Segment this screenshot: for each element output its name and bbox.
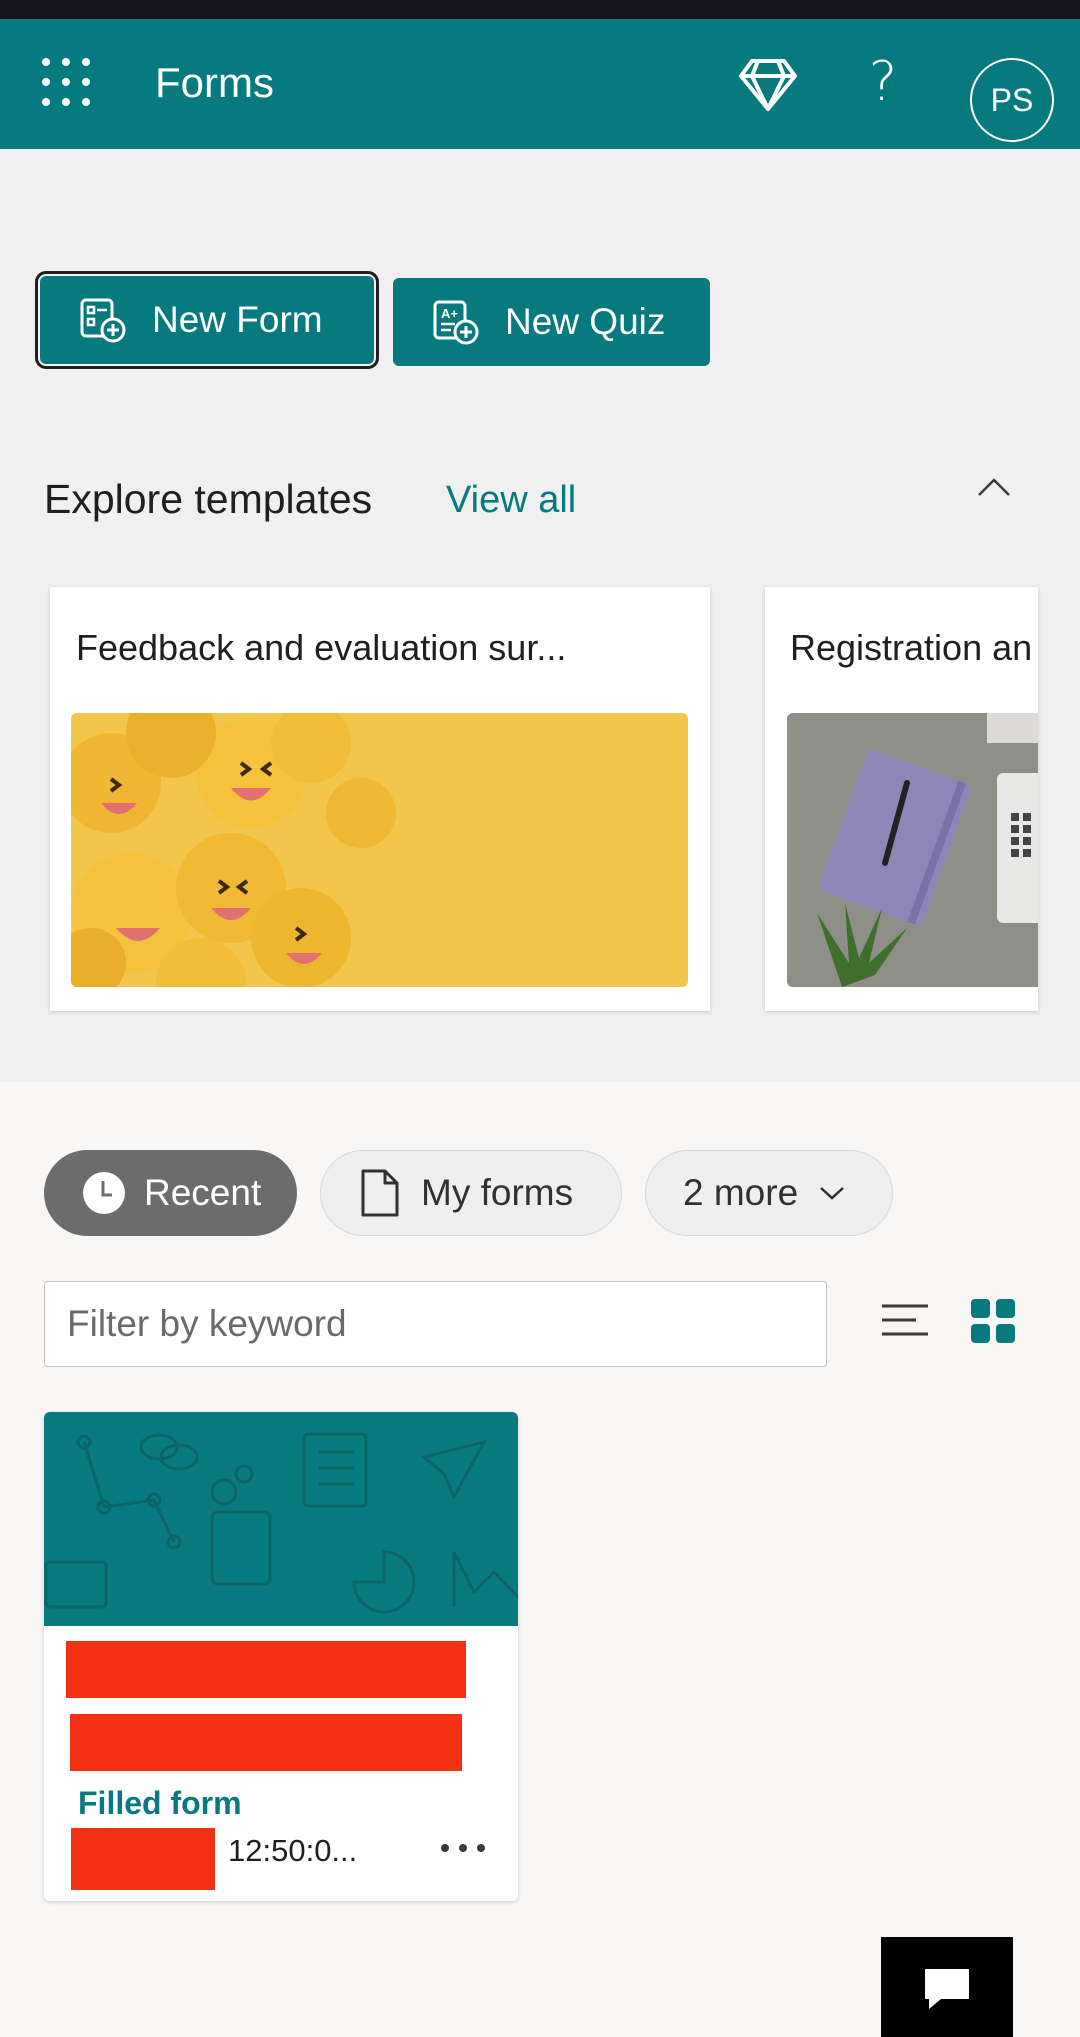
new-form-button[interactable]: New Form (35, 271, 379, 369)
document-icon (361, 1169, 399, 1217)
chat-icon (925, 1969, 969, 2009)
help-icon[interactable]: ? (858, 49, 908, 115)
more-options-icon[interactable] (441, 1830, 485, 1866)
form-time: 12:50:0... (228, 1833, 358, 1868)
chevron-up-icon[interactable] (974, 467, 1014, 507)
template-card-feedback[interactable]: Feedback and evaluation sur... (50, 587, 710, 1011)
new-quiz-label: New Quiz (505, 301, 666, 342)
create-and-templates-section: New Form A+ New Quiz Explore templates V… (0, 149, 1080, 1082)
pill-label: 2 more (683, 1172, 799, 1213)
new-quiz-icon: A+ (433, 300, 479, 345)
template-name: Registration an (790, 627, 1033, 668)
app-header: Forms ? PS (0, 19, 1080, 149)
pill-label: Recent (144, 1172, 262, 1213)
diamond-icon[interactable] (738, 57, 798, 113)
form-card-banner (44, 1412, 518, 1626)
status-bar (0, 0, 1080, 19)
form-card[interactable]: Filled form 12:50:0... (44, 1412, 518, 1901)
template-image-laughing-emojis (71, 713, 688, 987)
pill-label: My forms (421, 1172, 574, 1213)
template-image-notebook-laptop (787, 713, 1038, 987)
chevron-down-icon (820, 1187, 844, 1200)
clock-icon (83, 1172, 125, 1214)
form-status: Filled form (78, 1785, 242, 1821)
redacted-title-line-2 (70, 1714, 462, 1771)
svg-text:A+: A+ (441, 306, 458, 321)
avatar-initials: PS (990, 81, 1034, 118)
redacted-title-line-1 (66, 1641, 466, 1698)
filter-pill-more[interactable]: 2 more (645, 1150, 893, 1236)
filter-pill-my-forms[interactable]: My forms (320, 1150, 622, 1236)
template-name: Feedback and evaluation sur... (76, 627, 567, 668)
avatar[interactable]: PS (970, 58, 1054, 142)
filter-pill-recent[interactable]: Recent (44, 1150, 297, 1236)
new-quiz-button[interactable]: A+ New Quiz (393, 278, 710, 366)
grid-view-icon[interactable] (971, 1299, 1015, 1343)
app-launcher-waffle-icon[interactable] (42, 58, 90, 106)
new-form-label: New Form (152, 299, 323, 340)
list-view-icon[interactable] (880, 1300, 930, 1340)
feedback-button[interactable] (881, 1937, 1013, 2037)
explore-templates-heading: Explore templates (44, 476, 373, 522)
filter-by-keyword-input[interactable] (44, 1281, 827, 1367)
template-card-registration[interactable]: Registration an (765, 587, 1038, 1011)
redacted-date (71, 1828, 215, 1890)
app-title: Forms (155, 59, 274, 106)
new-form-icon (80, 298, 126, 343)
view-all-link[interactable]: View all (446, 475, 576, 525)
